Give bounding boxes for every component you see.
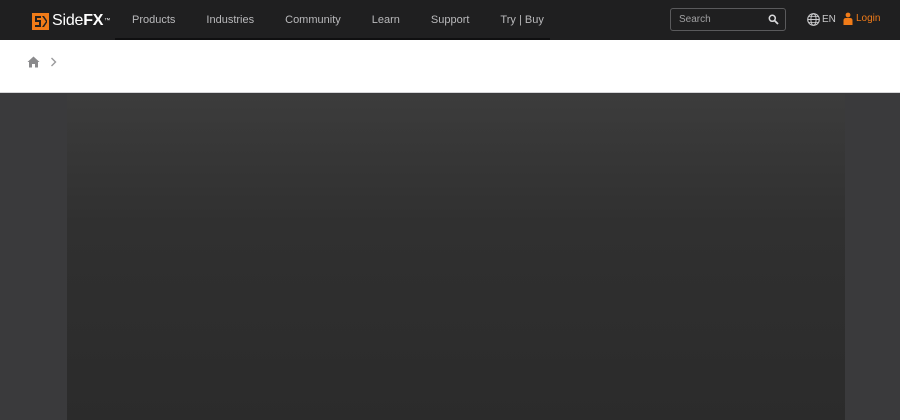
main-nav: Products Industries Community Learn Supp… <box>132 0 544 40</box>
user-icon <box>843 12 853 25</box>
login-label: Login <box>856 13 881 24</box>
login-link[interactable]: Login <box>843 12 880 25</box>
language-selector[interactable]: EN <box>807 13 836 26</box>
language-label: EN <box>822 14 836 25</box>
hero-banner <box>67 94 845 420</box>
nav-item-industries[interactable]: Industries <box>206 14 254 26</box>
search-box <box>670 8 786 31</box>
search-icon[interactable] <box>768 14 779 25</box>
breadcrumb <box>0 40 900 93</box>
sidefx-logo-icon <box>32 12 49 30</box>
sidefx-logo[interactable]: SideFX ™ <box>32 11 110 31</box>
trademark-symbol: ™ <box>104 18 111 24</box>
nav-item-support[interactable]: Support <box>431 14 470 26</box>
nav-item-learn[interactable]: Learn <box>372 14 400 26</box>
chevron-right-icon <box>51 57 57 67</box>
top-navigation-bar: SideFX ™ Products Industries Community L… <box>0 0 900 40</box>
globe-icon <box>807 13 820 26</box>
home-icon[interactable] <box>27 56 40 68</box>
nav-item-try-buy[interactable]: Try | Buy <box>500 14 543 26</box>
nav-item-community[interactable]: Community <box>285 14 341 26</box>
logo-text: SideFX <box>52 12 104 29</box>
nav-item-products[interactable]: Products <box>132 14 175 26</box>
search-input[interactable] <box>679 12 763 27</box>
